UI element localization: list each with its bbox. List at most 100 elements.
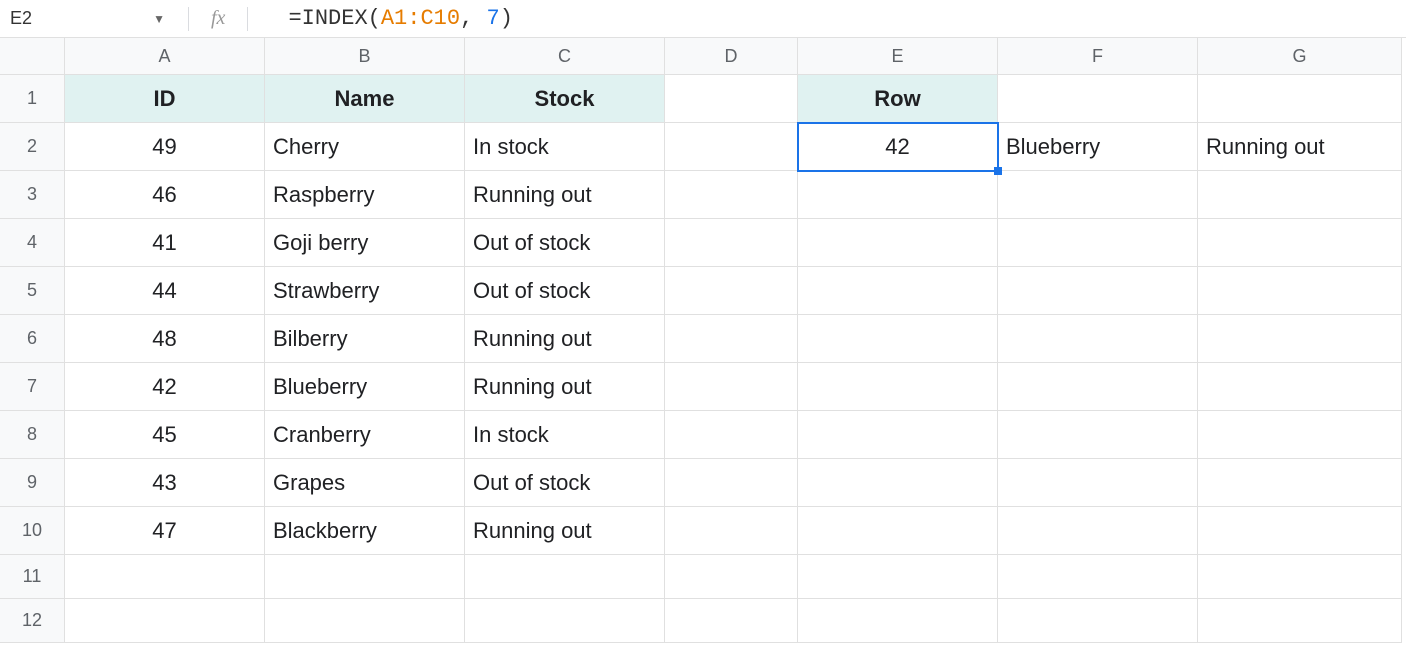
row-header-4[interactable]: 4 [0, 219, 65, 267]
cell-B3[interactable]: Raspberry [265, 171, 465, 219]
cell-C11[interactable] [465, 555, 665, 599]
cell-E1[interactable]: Row [798, 75, 998, 123]
row-header-1[interactable]: 1 [0, 75, 65, 123]
cell-A5[interactable]: 44 [65, 267, 265, 315]
cell-C9[interactable]: Out of stock [465, 459, 665, 507]
cell-C8[interactable]: In stock [465, 411, 665, 459]
cell-F11[interactable] [998, 555, 1198, 599]
cell-E10[interactable] [798, 507, 998, 555]
col-header-C[interactable]: C [465, 38, 665, 75]
cell-F6[interactable] [998, 315, 1198, 363]
cell-E8[interactable] [798, 411, 998, 459]
cell-F2[interactable]: Blueberry [998, 123, 1198, 171]
cell-B10[interactable]: Blackberry [265, 507, 465, 555]
cell-A7[interactable]: 42 [65, 363, 265, 411]
row-header-7[interactable]: 7 [0, 363, 65, 411]
cell-B12[interactable] [265, 599, 465, 643]
cell-F3[interactable] [998, 171, 1198, 219]
row-header-12[interactable]: 12 [0, 599, 65, 643]
col-header-D[interactable]: D [665, 38, 798, 75]
cell-B8[interactable]: Cranberry [265, 411, 465, 459]
cell-D12[interactable] [665, 599, 798, 643]
cell-F8[interactable] [998, 411, 1198, 459]
row-header-3[interactable]: 3 [0, 171, 65, 219]
select-all-corner[interactable] [0, 38, 65, 75]
cell-A6[interactable]: 48 [65, 315, 265, 363]
cell-G12[interactable] [1198, 599, 1402, 643]
cell-G10[interactable] [1198, 507, 1402, 555]
cell-C5[interactable]: Out of stock [465, 267, 665, 315]
cell-A3[interactable]: 46 [65, 171, 265, 219]
cell-F10[interactable] [998, 507, 1198, 555]
cell-E9[interactable] [798, 459, 998, 507]
cell-C3[interactable]: Running out [465, 171, 665, 219]
cell-A11[interactable] [65, 555, 265, 599]
cell-B5[interactable]: Strawberry [265, 267, 465, 315]
cell-D6[interactable] [665, 315, 798, 363]
cell-F12[interactable] [998, 599, 1198, 643]
cell-G2[interactable]: Running out [1198, 123, 1402, 171]
cell-D3[interactable] [665, 171, 798, 219]
cell-A2[interactable]: 49 [65, 123, 265, 171]
cell-D4[interactable] [665, 219, 798, 267]
cell-B11[interactable] [265, 555, 465, 599]
cell-G3[interactable] [1198, 171, 1402, 219]
cell-B4[interactable]: Goji berry [265, 219, 465, 267]
cell-G9[interactable] [1198, 459, 1402, 507]
cell-G11[interactable] [1198, 555, 1402, 599]
cell-D5[interactable] [665, 267, 798, 315]
row-header-10[interactable]: 10 [0, 507, 65, 555]
cell-E12[interactable] [798, 599, 998, 643]
cell-G7[interactable] [1198, 363, 1402, 411]
cell-C1[interactable]: Stock [465, 75, 665, 123]
row-header-11[interactable]: 11 [0, 555, 65, 599]
cell-D2[interactable] [665, 123, 798, 171]
cell-G4[interactable] [1198, 219, 1402, 267]
row-header-5[interactable]: 5 [0, 267, 65, 315]
cell-A4[interactable]: 41 [65, 219, 265, 267]
cell-C6[interactable]: Running out [465, 315, 665, 363]
cell-B9[interactable]: Grapes [265, 459, 465, 507]
cell-F4[interactable] [998, 219, 1198, 267]
cell-E11[interactable] [798, 555, 998, 599]
cell-A9[interactable]: 43 [65, 459, 265, 507]
cell-E2[interactable]: 42 [798, 123, 998, 171]
cell-D8[interactable] [665, 411, 798, 459]
col-header-B[interactable]: B [265, 38, 465, 75]
cell-B6[interactable]: Bilberry [265, 315, 465, 363]
col-header-G[interactable]: G [1198, 38, 1402, 75]
cell-F7[interactable] [998, 363, 1198, 411]
cell-C12[interactable] [465, 599, 665, 643]
cell-D11[interactable] [665, 555, 798, 599]
cell-B1[interactable]: Name [265, 75, 465, 123]
cell-C10[interactable]: Running out [465, 507, 665, 555]
cell-G1[interactable] [1198, 75, 1402, 123]
cell-A12[interactable] [65, 599, 265, 643]
col-header-E[interactable]: E [798, 38, 998, 75]
row-header-6[interactable]: 6 [0, 315, 65, 363]
cell-F1[interactable] [998, 75, 1198, 123]
name-box[interactable]: E2 ▼ [0, 8, 180, 29]
cell-F5[interactable] [998, 267, 1198, 315]
cell-D7[interactable] [665, 363, 798, 411]
cell-G8[interactable] [1198, 411, 1402, 459]
dropdown-icon[interactable]: ▼ [153, 12, 165, 26]
cell-D1[interactable] [665, 75, 798, 123]
row-header-8[interactable]: 8 [0, 411, 65, 459]
cell-G5[interactable] [1198, 267, 1402, 315]
cell-E4[interactable] [798, 219, 998, 267]
cell-F9[interactable] [998, 459, 1198, 507]
cell-C7[interactable]: Running out [465, 363, 665, 411]
cell-E6[interactable] [798, 315, 998, 363]
cell-A1[interactable]: ID [65, 75, 265, 123]
row-header-9[interactable]: 9 [0, 459, 65, 507]
col-header-A[interactable]: A [65, 38, 265, 75]
cell-B7[interactable]: Blueberry [265, 363, 465, 411]
cell-B2[interactable]: Cherry [265, 123, 465, 171]
cell-A10[interactable]: 47 [65, 507, 265, 555]
row-header-2[interactable]: 2 [0, 123, 65, 171]
cell-D9[interactable] [665, 459, 798, 507]
cell-C2[interactable]: In stock [465, 123, 665, 171]
formula-input[interactable]: =INDEX(A1:C10, 7) [256, 6, 1406, 31]
cell-E3[interactable] [798, 171, 998, 219]
